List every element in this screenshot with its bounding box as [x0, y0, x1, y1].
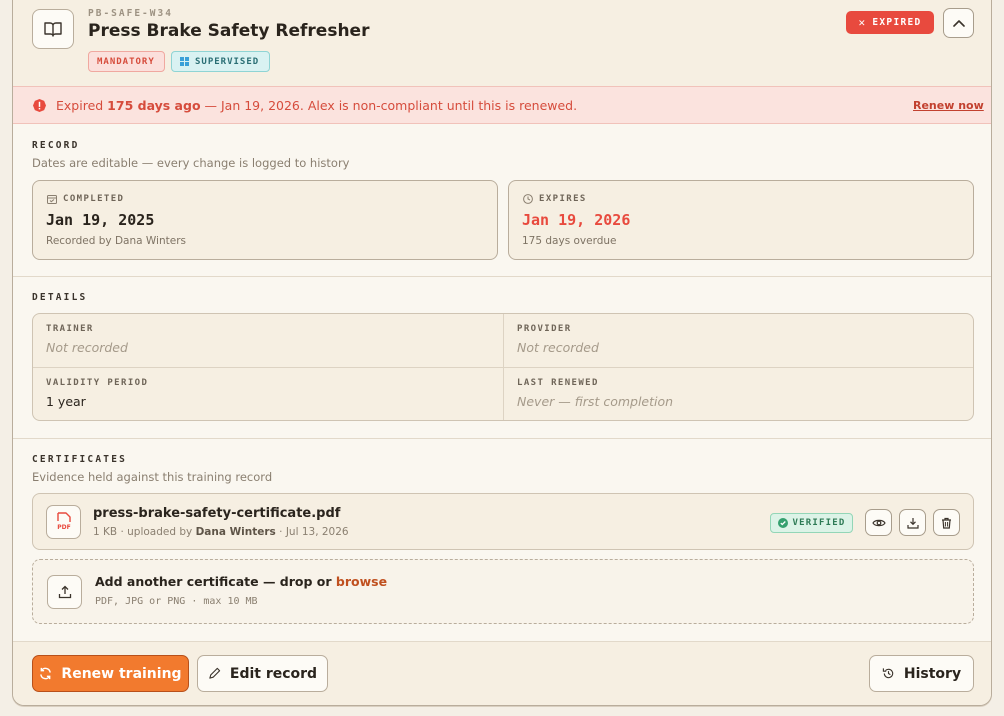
renew-training-button[interactable]: Renew training — [32, 655, 189, 692]
record-section-label: RECORD — [32, 140, 80, 151]
completed-date: Jan 19, 2025 — [46, 211, 155, 229]
certificates-section-label: CERTIFICATES — [32, 454, 128, 465]
mandatory-tag: MANDATORY — [88, 51, 165, 72]
alert-days: 175 days ago — [107, 98, 201, 113]
last-renewed-value: Never — first completion — [517, 394, 674, 409]
card-footer: Renew training Edit record History — [13, 641, 991, 705]
expires-label: EXPIRES — [539, 194, 587, 204]
browse-link[interactable]: browse — [336, 574, 387, 589]
close-icon: ✕ — [858, 16, 867, 29]
training-code: PB-SAFE-W34 — [88, 8, 173, 19]
history-icon — [882, 668, 894, 679]
pencil-icon — [209, 667, 221, 679]
trash-icon — [942, 517, 951, 529]
training-record-card: PB-SAFE-W34 Press Brake Safety Refresher… — [12, 0, 992, 706]
divider — [13, 438, 991, 439]
calendar-icon — [47, 195, 57, 204]
certificate-meta: 1 KB · uploaded by Dana Winters · Jul 13… — [93, 526, 349, 538]
provider-cell: PROVIDER Not recorded — [504, 314, 975, 368]
expires-note: 175 days overdue — [522, 235, 617, 247]
grid-icon — [180, 57, 189, 66]
expires-date: Jan 19, 2026 — [522, 211, 631, 229]
details-section-label: DETAILS — [32, 292, 88, 303]
validity-label: VALIDITY PERIOD — [46, 378, 149, 388]
chevron-up-icon — [952, 20, 965, 27]
details-grid: TRAINER Not recorded PROVIDER Not record… — [32, 313, 974, 421]
renew-now-link[interactable]: Renew now — [913, 99, 984, 112]
trainer-value: Not recorded — [46, 340, 128, 355]
edit-record-button[interactable]: Edit record — [197, 655, 328, 692]
certificates-section-subtitle: Evidence held against this training reco… — [32, 470, 273, 484]
completed-label: COMPLETED — [63, 194, 125, 204]
validity-value: 1 year — [46, 394, 86, 409]
history-label: History — [903, 665, 962, 682]
last-renewed-cell: LAST RENEWED Never — first completion — [504, 368, 975, 422]
alert-icon — [33, 99, 46, 112]
history-button[interactable]: History — [869, 655, 974, 692]
view-certificate-button[interactable] — [865, 509, 892, 536]
provider-value: Not recorded — [517, 340, 599, 355]
expired-alert: Expired 175 days ago — Jan 19, 2026. Ale… — [13, 86, 991, 124]
divider — [13, 276, 991, 277]
book-icon — [32, 9, 74, 49]
svg-text:PDF: PDF — [57, 524, 70, 531]
download-icon — [906, 517, 919, 529]
status-badge-label: EXPIRED — [872, 17, 922, 28]
verified-label: VERIFIED — [792, 518, 846, 528]
clock-icon — [523, 194, 533, 204]
check-circle-icon — [777, 518, 788, 528]
supervised-tag: SUPERVISED — [171, 51, 270, 72]
completed-date-field[interactable]: COMPLETED Jan 19, 2025 Recorded by Dana … — [32, 180, 498, 260]
completed-note: Recorded by Dana Winters — [46, 235, 186, 247]
certificate-row: PDF press-brake-safety-certificate.pdf 1… — [32, 493, 974, 550]
card-header: PB-SAFE-W34 Press Brake Safety Refresher… — [13, 0, 991, 86]
uploader-name: Dana Winters — [195, 526, 276, 538]
certificate-dropzone[interactable]: Add another certificate — drop or browse… — [32, 559, 974, 624]
refresh-icon — [40, 667, 52, 680]
certificate-filename[interactable]: press-brake-safety-certificate.pdf — [93, 506, 340, 521]
renew-training-label: Renew training — [61, 665, 182, 682]
last-renewed-label: LAST RENEWED — [517, 378, 599, 388]
record-section-subtitle: Dates are editable — every change is log… — [32, 156, 350, 170]
trainer-label: TRAINER — [46, 324, 94, 334]
download-certificate-button[interactable] — [899, 509, 926, 536]
expires-date-field[interactable]: EXPIRES Jan 19, 2026 175 days overdue — [508, 180, 974, 260]
collapse-button[interactable] — [943, 8, 974, 38]
alert-message: Expired 175 days ago — Jan 19, 2026. Ale… — [56, 98, 578, 113]
provider-label: PROVIDER — [517, 324, 572, 334]
dropzone-title: Add another certificate — drop or browse — [95, 574, 388, 589]
page-title: Press Brake Safety Refresher — [88, 21, 370, 41]
dropzone-formats: PDF, JPG or PNG · max 10 MB — [95, 596, 258, 607]
eye-icon — [871, 519, 886, 526]
edit-record-label: Edit record — [229, 665, 318, 682]
verified-badge: VERIFIED — [770, 513, 853, 533]
pdf-file-icon: PDF — [46, 505, 81, 539]
upload-icon — [47, 575, 82, 609]
delete-certificate-button[interactable] — [933, 509, 960, 536]
status-badge: ✕ EXPIRED — [846, 11, 934, 34]
supervised-tag-label: SUPERVISED — [195, 56, 260, 67]
trainer-cell: TRAINER Not recorded — [33, 314, 504, 368]
validity-cell: VALIDITY PERIOD 1 year — [33, 368, 504, 422]
